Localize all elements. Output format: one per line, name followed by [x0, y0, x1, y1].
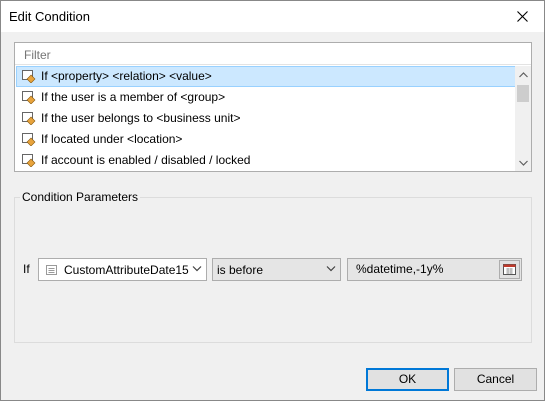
- title-bar: Edit Condition: [1, 1, 544, 32]
- close-icon: [516, 11, 528, 22]
- date-picker-button[interactable]: [499, 260, 520, 279]
- attribute-dropdown[interactable]: CustomAttributeDate15: [38, 258, 207, 281]
- list-item-label: If located under <location>: [41, 132, 183, 146]
- list-item[interactable]: If the user is a member of <group>: [16, 87, 516, 108]
- chevron-up-icon: [518, 71, 528, 77]
- scroll-up-button[interactable]: [515, 66, 531, 83]
- attribute-value: CustomAttributeDate15: [64, 263, 189, 277]
- relation-value: is before: [217, 263, 264, 277]
- if-label: If: [23, 262, 30, 276]
- value-text: %datetime,-1y%: [356, 262, 444, 276]
- list-item[interactable]: If account is enabled / disabled / locke…: [16, 150, 516, 171]
- ok-button[interactable]: OK: [366, 368, 449, 391]
- calendar-icon: [503, 264, 516, 275]
- scroll-thumb[interactable]: [517, 85, 529, 102]
- chevron-down-icon: [192, 266, 202, 272]
- list-scrollbar[interactable]: [515, 66, 531, 171]
- close-button[interactable]: [500, 1, 544, 32]
- condition-icon: [22, 154, 36, 167]
- list-item-label: If account is enabled / disabled / locke…: [41, 153, 251, 167]
- list-item-label: If the user is a member of <group>: [41, 90, 226, 104]
- attribute-icon: [46, 265, 57, 275]
- condition-list[interactable]: If <property> <relation> <value> If the …: [16, 66, 516, 171]
- condition-icon: [22, 91, 36, 104]
- chevron-down-icon: [518, 160, 528, 166]
- condition-list-box: If <property> <relation> <value> If the …: [14, 42, 532, 172]
- condition-icon: [22, 133, 36, 146]
- edit-condition-dialog: Edit Condition If <property> <relation> …: [0, 0, 545, 401]
- filter-input[interactable]: [15, 43, 531, 65]
- list-item-label: If <property> <relation> <value>: [41, 69, 212, 83]
- dialog-title: Edit Condition: [9, 9, 90, 24]
- chevron-down-icon: [326, 266, 336, 272]
- condition-icon: [22, 112, 36, 125]
- relation-dropdown[interactable]: is before: [212, 258, 341, 281]
- condition-icon: [22, 70, 36, 83]
- value-field[interactable]: %datetime,-1y%: [347, 258, 522, 281]
- list-item[interactable]: If the user belongs to <business unit>: [16, 108, 516, 129]
- cancel-button[interactable]: Cancel: [454, 368, 537, 391]
- list-item-label: If the user belongs to <business unit>: [41, 111, 241, 125]
- scroll-down-button[interactable]: [515, 154, 531, 171]
- list-item[interactable]: If <property> <relation> <value>: [16, 66, 516, 87]
- condition-parameters-label: Condition Parameters: [20, 190, 141, 204]
- list-item[interactable]: If located under <location>: [16, 129, 516, 150]
